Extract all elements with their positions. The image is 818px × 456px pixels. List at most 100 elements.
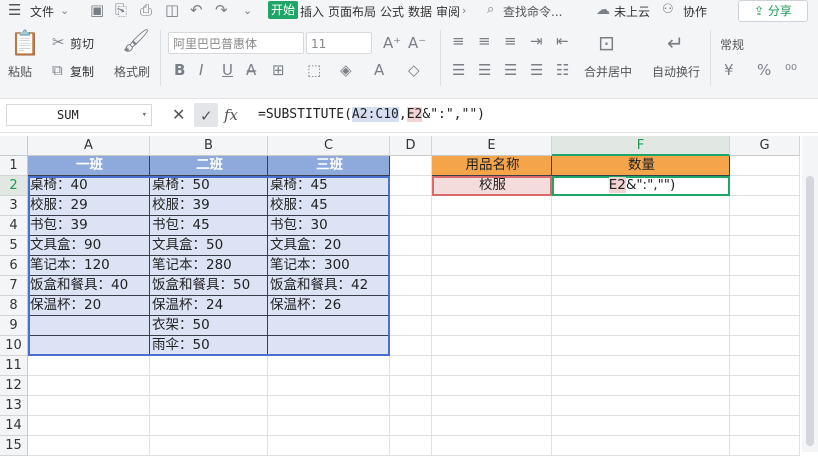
underline-icon[interactable]: U [222,62,233,78]
name-box[interactable]: SUM ▾ [6,104,152,126]
cloud-status[interactable]: 未上云 [614,3,650,20]
cell[interactable] [730,156,800,176]
fill-color-icon[interactable]: ◈ [340,62,352,78]
active-edit-cell[interactable]: E2&":","") [552,176,730,196]
table-header-1[interactable]: 一班 [28,156,150,176]
hamburger-icon[interactable]: ☰ [8,2,21,18]
table-header-2[interactable]: 二班 [150,156,268,176]
align-right-icon[interactable]: ☰ [504,62,517,78]
cell[interactable] [730,216,800,236]
cell[interactable] [390,436,432,456]
item-name-cell[interactable]: 校服 [432,176,552,196]
cell[interactable] [150,436,268,456]
align-center-icon[interactable]: ☰ [478,62,491,78]
collab-button[interactable]: 协作 [683,3,707,20]
cell[interactable] [552,396,730,416]
cell[interactable] [552,256,730,276]
tab-insert[interactable]: 插入 [300,3,324,20]
copy-icon[interactable]: ⧉ [52,62,63,78]
column-header-f[interactable]: F [552,136,730,156]
table-cell[interactable] [28,336,150,356]
cell[interactable] [552,416,730,436]
format-painter-label[interactable]: 格式刷 [114,63,150,80]
row-header-14[interactable]: 14 [0,416,28,436]
cell[interactable] [730,296,800,316]
undo-icon[interactable]: ↶ [190,2,203,18]
cell[interactable] [28,376,150,396]
select-all-corner[interactable] [0,136,28,156]
cell[interactable] [432,316,552,336]
table-cell[interactable]: 保温杯：26 [268,296,390,316]
cell[interactable] [390,176,432,196]
cell[interactable] [390,356,432,376]
cell[interactable] [432,196,552,216]
cell[interactable] [150,416,268,436]
cell[interactable] [730,176,800,196]
column-header-c[interactable]: C [268,136,390,156]
column-header-d[interactable]: D [390,136,432,156]
table-cell[interactable] [28,316,150,336]
cancel-icon[interactable]: ✕ [172,107,185,123]
outdent-icon[interactable]: ⇤ [556,33,569,49]
merge-center-label[interactable]: 合并居中 [584,63,632,80]
table-cell[interactable]: 保温杯：20 [28,296,150,316]
table-cell[interactable]: 饭盒和餐具：42 [268,276,390,296]
format-painter-icon[interactable]: 🖌 [122,30,150,54]
font-name-select[interactable]: 阿里巴巴普惠体 [168,32,304,54]
quantity-header[interactable]: 数量 [552,156,730,176]
cell[interactable] [552,376,730,396]
cell[interactable] [432,376,552,396]
table-cell[interactable]: 笔记本：300 [268,256,390,276]
cell[interactable] [552,356,730,376]
cell[interactable] [432,436,552,456]
cell[interactable] [552,196,730,216]
cell[interactable] [390,196,432,216]
align-top-icon[interactable]: ≡ [452,33,465,49]
cell[interactable] [390,416,432,436]
table-cell[interactable]: 笔记本：120 [28,256,150,276]
indent-icon[interactable]: ⇥ [530,33,543,49]
cell[interactable] [268,376,390,396]
vertical-scrollbar[interactable] [802,136,818,452]
cell[interactable] [730,396,800,416]
menu-file[interactable]: 文件 [30,3,54,20]
search-command[interactable]: 查找命令... [503,3,562,20]
percent-icon[interactable]: % [757,62,771,78]
table-cell[interactable]: 雨伞：50 [150,336,268,356]
justify-icon[interactable]: ☰ [530,62,543,78]
cell[interactable] [432,416,552,436]
row-header-9[interactable]: 9 [0,316,28,336]
cell[interactable] [432,336,552,356]
decrease-font-icon[interactable]: A⁻ [408,35,426,51]
cell[interactable] [730,416,800,436]
cell[interactable] [432,356,552,376]
chevron-down-icon[interactable]: ⌄ [243,3,252,19]
table-cell[interactable]: 书包：39 [28,216,150,236]
row-header-15[interactable]: 15 [0,436,28,456]
paste-label[interactable]: 粘贴 [8,63,32,80]
table-cell[interactable]: 校服：29 [28,196,150,216]
row-header-8[interactable]: 8 [0,296,28,316]
table-cell[interactable]: 饭盒和餐具：50 [150,276,268,296]
chevron-down-icon[interactable]: ⌄ [60,3,69,19]
cell[interactable] [730,356,800,376]
row-header-13[interactable]: 13 [0,396,28,416]
redo-icon[interactable]: ↷ [215,2,228,18]
currency-icon[interactable]: ¥ [724,62,734,78]
tab-home[interactable]: 开始 [268,1,299,19]
table-header-3[interactable]: 三班 [268,156,390,176]
cell[interactable] [390,316,432,336]
scissors-icon[interactable]: ✂ [52,34,65,50]
cell[interactable] [268,436,390,456]
cell[interactable] [28,416,150,436]
table-cell[interactable] [268,316,390,336]
cell[interactable] [390,296,432,316]
clear-format-icon[interactable]: ◇ [408,62,420,78]
table-cell[interactable]: 饭盒和餐具：40 [28,276,150,296]
table-cell[interactable]: 校服：45 [268,196,390,216]
number-format-select[interactable]: 常规 [720,36,744,53]
cell[interactable] [730,256,800,276]
cell[interactable] [432,216,552,236]
cell[interactable] [730,236,800,256]
wrap-text-icon[interactable]: ↵ [667,32,684,54]
